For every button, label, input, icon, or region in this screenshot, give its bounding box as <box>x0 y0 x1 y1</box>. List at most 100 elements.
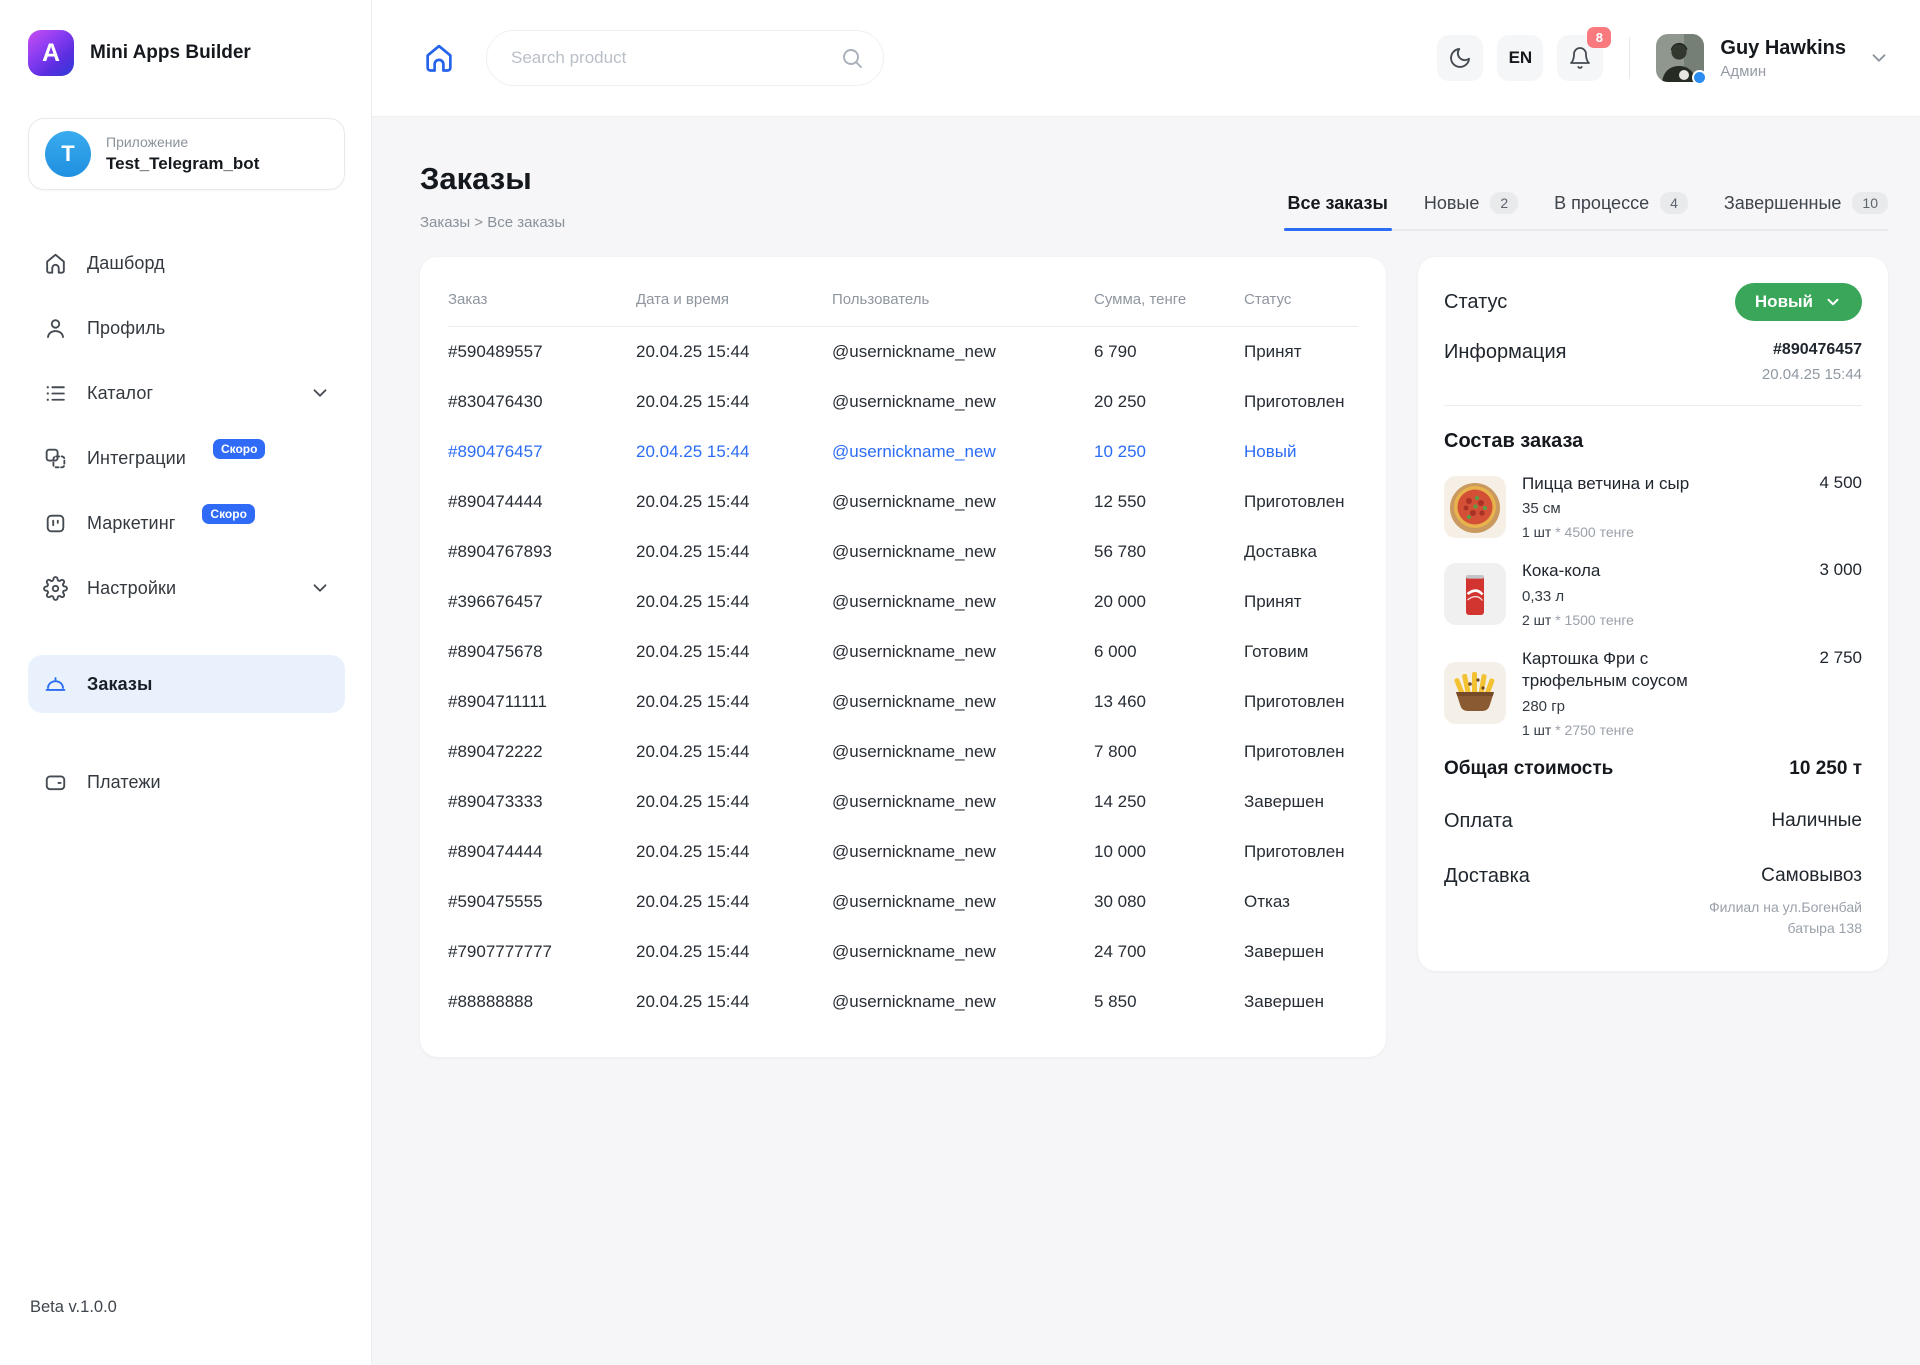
main-area: EN 8 <box>372 0 1920 1365</box>
user-cell: @usernickname_new <box>832 527 1094 577</box>
column-header: Сумма, тенге <box>1094 279 1244 326</box>
sidebar-item-label: Заказы <box>87 674 152 695</box>
table-row[interactable]: #59047555520.04.25 15:44@usernickname_ne… <box>448 877 1358 927</box>
sidebar-item-catalog[interactable]: Каталог <box>28 364 345 422</box>
item-quantity: 2 шт * 1500 тенге <box>1522 612 1803 628</box>
sidebar-item-marketing[interactable]: МаркетингСкоро <box>28 494 345 552</box>
table-row[interactable]: #8888888820.04.25 15:44@usernickname_new… <box>448 977 1358 1027</box>
table-row[interactable]: #790777777720.04.25 15:44@usernickname_n… <box>448 927 1358 977</box>
notifications-button[interactable]: 8 <box>1557 35 1603 81</box>
order-items-list: Пицца ветчина и сыр35 см1 шт * 4500 тенг… <box>1444 473 1862 738</box>
table-row[interactable]: #89047444420.04.25 15:44@usernickname_ne… <box>448 827 1358 877</box>
order-id-cell: #890474444 <box>448 477 636 527</box>
payment-label: Оплата <box>1444 810 1513 833</box>
status-cell: Завершен <box>1244 927 1358 977</box>
home-icon[interactable] <box>422 41 456 75</box>
table-row[interactable]: #89047645720.04.25 15:44@usernickname_ne… <box>448 427 1358 477</box>
topbar-controls: EN 8 <box>1423 34 1890 82</box>
table-row[interactable]: #83047643020.04.25 15:44@usernickname_ne… <box>448 377 1358 427</box>
datetime-cell: 20.04.25 15:44 <box>636 977 832 1027</box>
datetime-cell: 20.04.25 15:44 <box>636 877 832 927</box>
sidebar-item-settings[interactable]: Настройки <box>28 559 345 617</box>
item-price: 2 750 <box>1819 648 1862 738</box>
sidebar-item-user[interactable]: Профиль <box>28 299 345 357</box>
amount-cell: 10 000 <box>1094 827 1244 877</box>
sidebar-item-wallet[interactable]: Платежи <box>28 753 345 811</box>
sidebar-item-label: Каталог <box>87 383 153 404</box>
tab-all-orders[interactable]: Все заказы <box>1288 192 1388 214</box>
table-row[interactable]: #59048955720.04.25 15:44@usernickname_ne… <box>448 327 1358 377</box>
tab-label: В процессе <box>1554 193 1649 214</box>
breadcrumb: Заказы > Все заказы <box>420 214 565 231</box>
item-name: Картошка Фри с трюфельным соусом <box>1522 648 1747 693</box>
datetime-cell: 20.04.25 15:44 <box>636 477 832 527</box>
table-row[interactable]: #89047222220.04.25 15:44@usernickname_ne… <box>448 727 1358 777</box>
order-id-cell: #8904711111 <box>448 677 636 727</box>
soon-badge: Скоро <box>213 439 266 459</box>
user-cell: @usernickname_new <box>832 727 1094 777</box>
tab-label: Завершенные <box>1724 193 1842 214</box>
datetime-cell: 20.04.25 15:44 <box>636 627 832 677</box>
order-item: Пицца ветчина и сыр35 см1 шт * 4500 тенг… <box>1444 473 1862 540</box>
search-input[interactable] <box>486 30 884 86</box>
table-row[interactable]: #890471111120.04.25 15:44@usernickname_n… <box>448 677 1358 727</box>
sidebar: A Mini Apps Builder T Приложение Test_Te… <box>0 0 372 1365</box>
tab-in-progress[interactable]: В процессе 4 <box>1554 192 1688 214</box>
tab-count-badge: 4 <box>1660 192 1688 214</box>
user-menu[interactable]: Guy Hawkins Админ <box>1656 34 1890 82</box>
chevron-down-icon <box>1868 47 1890 69</box>
search-icon[interactable] <box>840 46 864 70</box>
integrations-icon <box>42 445 68 471</box>
notification-badge: 8 <box>1587 27 1611 48</box>
status-cell: Приготовлен <box>1244 377 1358 427</box>
datetime-cell: 20.04.25 15:44 <box>636 927 832 977</box>
table-row[interactable]: #890476789320.04.25 15:44@usernickname_n… <box>448 527 1358 577</box>
table-row[interactable]: #89047333320.04.25 15:44@usernickname_ne… <box>448 777 1358 827</box>
soon-badge: Скоро <box>202 504 255 524</box>
user-cell: @usernickname_new <box>832 777 1094 827</box>
order-id-cell: #590489557 <box>448 327 636 377</box>
cola-image <box>1444 563 1506 625</box>
tab-completed[interactable]: Завершенные10 <box>1724 192 1888 214</box>
order-id-cell: #590475555 <box>448 877 636 927</box>
order-id-cell: #7907777777 <box>448 927 636 977</box>
order-id-cell: #890476457 <box>448 427 636 477</box>
status-dropdown-value: Новый <box>1755 292 1813 312</box>
delivery-value: Самовывоз <box>1662 865 1862 887</box>
divider <box>1444 405 1862 406</box>
language-button[interactable]: EN <box>1497 35 1543 81</box>
item-quantity: 1 шт * 2750 тенге <box>1522 722 1803 738</box>
table-row[interactable]: #89047444420.04.25 15:44@usernickname_ne… <box>448 477 1358 527</box>
orders-table-card: ЗаказДата и времяПользовательСумма, тенг… <box>420 257 1386 1057</box>
table-header-row: ЗаказДата и времяПользовательСумма, тенг… <box>448 279 1358 327</box>
table-row[interactable]: #89047567820.04.25 15:44@usernickname_ne… <box>448 627 1358 677</box>
chevron-down-icon <box>309 382 331 404</box>
column-header: Заказ <box>448 279 636 326</box>
tab-new[interactable]: Новые2 <box>1424 192 1518 214</box>
sidebar-item-home[interactable]: Дашборд <box>28 234 345 292</box>
status-label: Статус <box>1444 291 1507 314</box>
tab-label: Все заказы <box>1288 193 1388 214</box>
current-app-card[interactable]: T Приложение Test_Telegram_bot <box>28 118 345 190</box>
datetime-cell: 20.04.25 15:44 <box>636 827 832 877</box>
sidebar-item-label: Интеграции <box>87 448 186 469</box>
amount-cell: 6 790 <box>1094 327 1244 377</box>
amount-cell: 12 550 <box>1094 477 1244 527</box>
table-row[interactable]: #39667645720.04.25 15:44@usernickname_ne… <box>448 577 1358 627</box>
user-cell: @usernickname_new <box>832 877 1094 927</box>
sidebar-item-integrations[interactable]: Интеграции Скоро <box>28 429 345 487</box>
status-dropdown[interactable]: Новый <box>1735 283 1862 321</box>
app-card-name: Test_Telegram_bot <box>106 154 259 174</box>
table-body: #59048955720.04.25 15:44@usernickname_ne… <box>448 327 1358 1027</box>
theme-toggle-button[interactable] <box>1437 35 1483 81</box>
fries-image <box>1444 662 1506 724</box>
sidebar-item-orders[interactable]: Заказы <box>28 655 345 713</box>
order-id-cell: #88888888 <box>448 977 636 1027</box>
item-name: Пицца ветчина и сыр <box>1522 473 1747 495</box>
total-value: 10 250 т <box>1789 758 1862 780</box>
chevron-down-icon <box>1824 293 1842 311</box>
detail-order-datetime: 20.04.25 15:44 <box>1762 366 1862 383</box>
search-bar <box>486 30 884 86</box>
user-cell: @usernickname_new <box>832 627 1094 677</box>
item-price: 3 000 <box>1819 560 1862 627</box>
